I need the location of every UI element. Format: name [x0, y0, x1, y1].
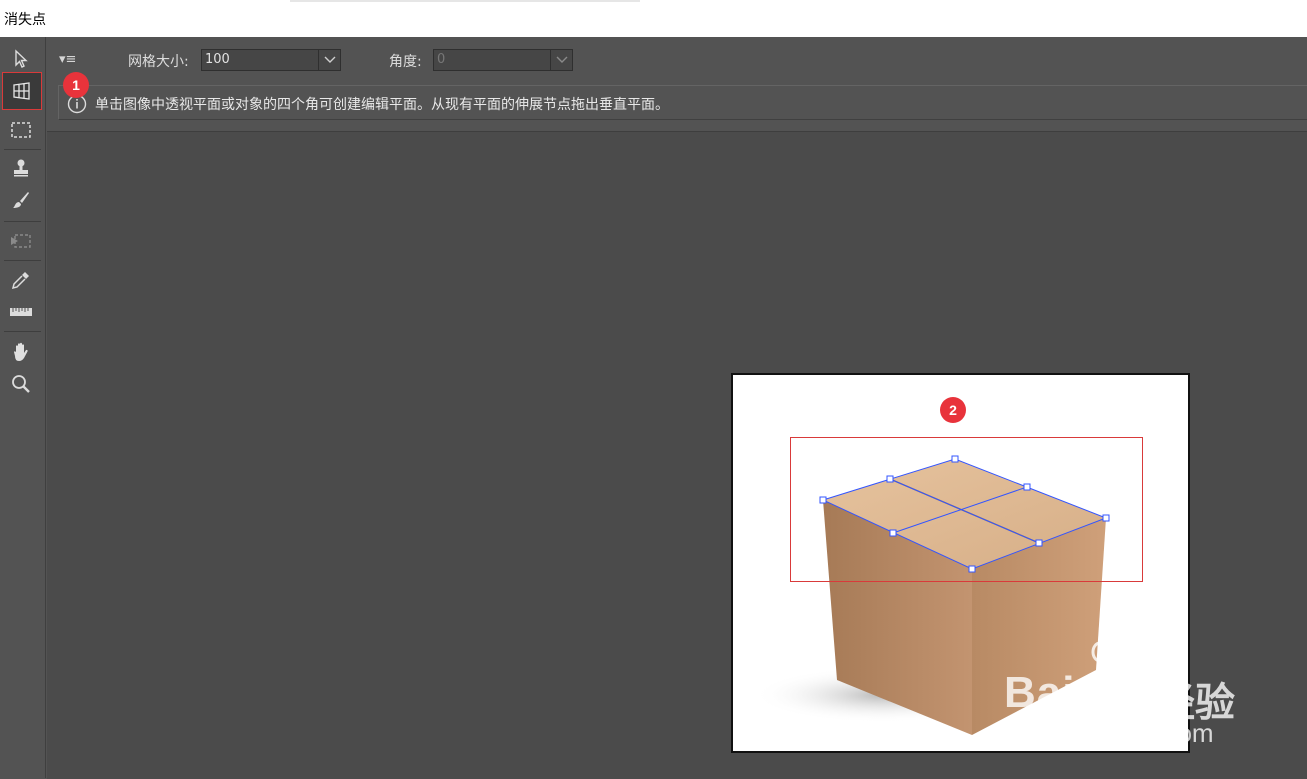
tools-panel	[0, 37, 46, 778]
stamp-tool[interactable]	[5, 154, 37, 182]
title-shadow	[290, 0, 640, 2]
hand-icon	[14, 342, 28, 361]
chevron-down-icon	[556, 56, 567, 63]
grid-plane-icon	[13, 82, 30, 100]
transform-tool[interactable]	[5, 227, 37, 255]
watermark-brand-du: du	[1092, 680, 1134, 718]
stamp-icon	[14, 159, 28, 177]
magnifier-icon	[12, 375, 30, 393]
measure-tool[interactable]	[5, 298, 37, 326]
eyedropper-tool[interactable]	[5, 266, 37, 294]
brush-tool[interactable]	[5, 186, 37, 214]
options-bar: ▾≡ 网格大小: 100 角度: 0	[46, 37, 1307, 85]
edit-plane-tool[interactable]	[5, 45, 37, 73]
angle-value[interactable]: 0	[437, 52, 445, 67]
zoom-tool[interactable]	[5, 370, 37, 398]
toolbar-separator	[4, 149, 41, 150]
marquee-tool[interactable]	[5, 116, 37, 144]
angle-dropdown[interactable]	[550, 50, 572, 70]
info-bar: 单击图像中透视平面或对象的四个角可创建编辑平面。从现有平面的伸展节点拖出垂直平面…	[58, 85, 1307, 120]
dashed-rect-icon	[11, 122, 31, 138]
angle-field[interactable]: 0	[433, 49, 573, 71]
watermark-url: jingyan.baidu.com	[1004, 718, 1214, 748]
grid-size-label: 网格大小:	[128, 54, 189, 70]
arrow-pointer-icon	[15, 49, 28, 68]
brush-icon	[13, 192, 29, 208]
annotation-badge-1: 1	[63, 72, 89, 98]
grid-size-field[interactable]: 100	[201, 49, 341, 71]
options-menu-button[interactable]: ▾≡	[59, 52, 76, 67]
eyedropper-icon	[11, 272, 29, 290]
chevron-down-icon	[324, 56, 335, 63]
grid-size-value[interactable]: 100	[205, 52, 230, 67]
annotation-badge-2: 2	[940, 397, 966, 423]
watermark-brand: Bai	[1004, 668, 1076, 717]
toolbar-separator	[4, 260, 41, 261]
ruler-icon	[10, 308, 32, 316]
angle-label: 角度:	[389, 54, 422, 70]
grid-size-dropdown[interactable]	[318, 50, 340, 70]
hand-tool[interactable]	[5, 338, 37, 366]
title-bar: 消失点	[0, 0, 1307, 37]
create-plane-tool[interactable]	[2, 72, 42, 110]
transform-icon	[11, 234, 31, 248]
window-title: 消失点	[4, 12, 46, 28]
toolbar-separator	[4, 331, 41, 332]
baidu-watermark: Bai du 经验 jingyan.baidu.com	[1000, 638, 1250, 748]
toolbar-separator	[4, 221, 41, 222]
info-message: 单击图像中透视平面或对象的四个角可创建编辑平面。从现有平面的伸展节点拖出垂直平面…	[95, 97, 669, 113]
